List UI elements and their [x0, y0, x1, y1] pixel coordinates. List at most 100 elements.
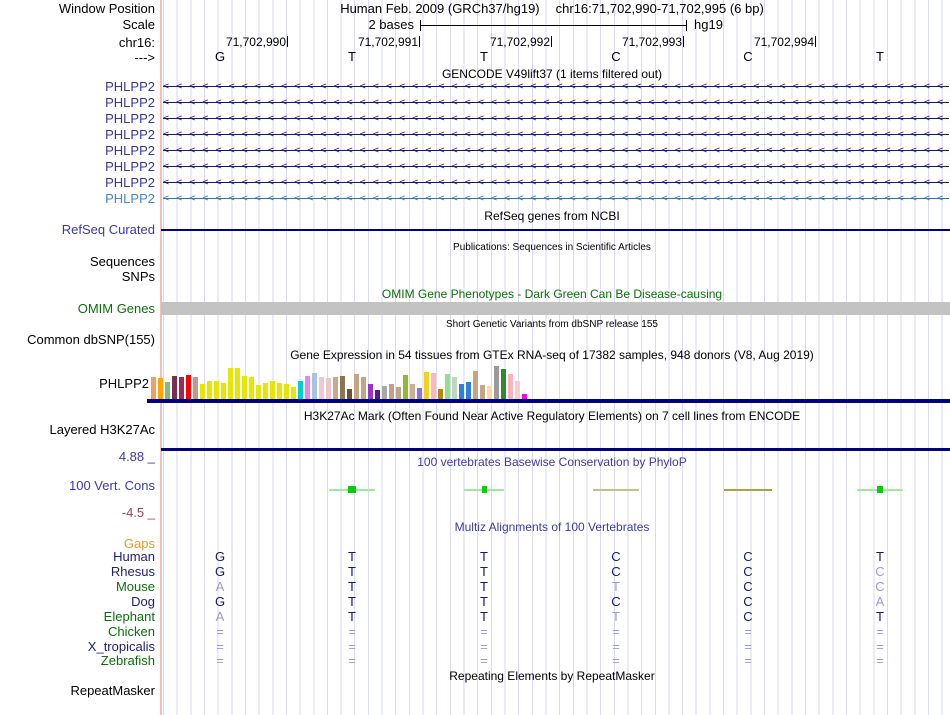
gene-label[interactable]: PHLPP2: [105, 96, 155, 109]
gtex-tissue-bar[interactable]: [396, 387, 401, 399]
alignment-base: T: [348, 579, 356, 594]
gtex-tissue-bar[interactable]: [249, 377, 254, 399]
gtex-tissue-bar[interactable]: [480, 385, 485, 399]
gtex-tissue-bar[interactable]: [207, 381, 212, 399]
gtex-tissue-bar[interactable]: [382, 386, 387, 399]
gtex-tissue-bar[interactable]: [410, 384, 415, 399]
snps-track-label[interactable]: SNPs: [122, 270, 155, 283]
species-label[interactable]: Mouse: [116, 580, 155, 593]
repeatmasker-label[interactable]: RepeatMasker: [70, 684, 155, 697]
gtex-tissue-bar[interactable]: [466, 382, 471, 399]
species-label[interactable]: Human: [113, 550, 155, 563]
gene-exon-arrow-row[interactable]: <<<<<<<<<<<<<<<<<<<<<<<<<<<<<<<<<<<<<<<<…: [163, 81, 949, 93]
gtex-tissue-bar[interactable]: [515, 381, 520, 399]
gene-label[interactable]: PHLPP2: [105, 160, 155, 173]
gtex-tissue-bar[interactable]: [368, 384, 373, 399]
sequences-track-label[interactable]: Sequences: [90, 255, 155, 268]
gtex-tissue-bar[interactable]: [347, 389, 352, 399]
layered-h3k27ac-label[interactable]: Layered H3K27Ac: [49, 423, 155, 436]
species-label[interactable]: Rhesus: [111, 565, 155, 578]
refseq-curated-label[interactable]: RefSeq Curated: [62, 223, 155, 236]
gtex-tissue-bar[interactable]: [473, 371, 478, 399]
gtex-tissue-bar[interactable]: [403, 375, 408, 399]
omim-genes-label[interactable]: OMIM Genes: [78, 302, 155, 315]
species-label[interactable]: X_tropicalis: [88, 640, 155, 653]
scale-value: 2 bases: [368, 17, 414, 32]
gtex-tissue-bar[interactable]: [354, 374, 359, 399]
gtex-tissue-bar[interactable]: [298, 381, 303, 399]
phylop-score-square: [348, 486, 356, 493]
gtex-tissue-bar[interactable]: [340, 376, 345, 399]
gtex-tissue-bar[interactable]: [277, 383, 282, 399]
gtex-tissue-bar[interactable]: [424, 372, 429, 399]
gtex-tissue-bar[interactable]: [326, 378, 331, 399]
gene-exon-arrow-row[interactable]: <<<<<<<<<<<<<<<<<<<<<<<<<<<<<<<<<<<<<<<<…: [163, 193, 949, 205]
gene-exon-arrow-row[interactable]: <<<<<<<<<<<<<<<<<<<<<<<<<<<<<<<<<<<<<<<<…: [163, 129, 949, 141]
conservation-track-label[interactable]: 100 Vert. Cons: [69, 479, 155, 492]
gtex-tissue-bar[interactable]: [235, 368, 240, 399]
gtex-tissue-bar[interactable]: [284, 384, 289, 399]
gtex-tissue-bar[interactable]: [319, 377, 324, 399]
gtex-tissue-bar[interactable]: [151, 377, 156, 399]
common-dbsnp-label[interactable]: Common dbSNP(155): [27, 333, 155, 346]
gene-label[interactable]: PHLPP2: [105, 112, 155, 125]
gene-label[interactable]: PHLPP2: [105, 176, 155, 189]
gtex-tissue-bar[interactable]: [305, 376, 310, 399]
gtex-tissue-bar[interactable]: [221, 383, 226, 399]
gene-exon-arrow-row[interactable]: <<<<<<<<<<<<<<<<<<<<<<<<<<<<<<<<<<<<<<<<…: [163, 145, 949, 157]
gtex-tissue-bar[interactable]: [459, 384, 464, 399]
window-start-guideline: [160, 0, 162, 715]
strand-arrowheads: <<<<<<<<<<<<<<<<<<<<<<<<<<<<<<<<<<<<<<<<…: [163, 129, 949, 140]
species-label[interactable]: Chicken: [108, 625, 155, 638]
alignment-base: C: [743, 549, 753, 564]
species-label[interactable]: Zebrafish: [101, 654, 155, 667]
gtex-tissue-bar[interactable]: [291, 387, 296, 399]
gtex-tissue-bar[interactable]: [228, 368, 233, 399]
gtex-tissue-bar[interactable]: [270, 381, 275, 399]
gtex-tissue-bar[interactable]: [165, 382, 170, 399]
gtex-tissue-bar[interactable]: [494, 366, 499, 399]
gene-exon-arrow-row[interactable]: <<<<<<<<<<<<<<<<<<<<<<<<<<<<<<<<<<<<<<<<…: [163, 161, 949, 173]
omim-track-title: OMIM Gene Phenotypes - Dark Green Can Be…: [381, 287, 723, 301]
strand-arrowheads: <<<<<<<<<<<<<<<<<<<<<<<<<<<<<<<<<<<<<<<<…: [163, 97, 949, 108]
gtex-tissue-bar[interactable]: [242, 376, 247, 399]
gene-exon-arrow-row[interactable]: <<<<<<<<<<<<<<<<<<<<<<<<<<<<<<<<<<<<<<<<…: [163, 177, 949, 189]
gtex-tissue-bar[interactable]: [186, 375, 191, 399]
gene-label[interactable]: PHLPP2: [105, 128, 155, 141]
gtex-tissue-bar[interactable]: [361, 377, 366, 399]
gtex-tissue-bar[interactable]: [445, 374, 450, 399]
gtex-tissue-bar[interactable]: [158, 378, 163, 399]
gtex-tissue-bar[interactable]: [452, 377, 457, 399]
gtex-tissue-bar[interactable]: [200, 384, 205, 399]
gene-exon-arrow-row[interactable]: <<<<<<<<<<<<<<<<<<<<<<<<<<<<<<<<<<<<<<<<…: [163, 113, 949, 125]
omim-gene-bar[interactable]: [161, 302, 950, 315]
alignment-base: T: [480, 564, 488, 579]
gtex-tissue-bar[interactable]: [193, 377, 198, 399]
gtex-tissue-bar[interactable]: [172, 376, 177, 399]
gtex-tissue-bar[interactable]: [256, 385, 261, 399]
gtex-tissue-bar[interactable]: [501, 369, 506, 399]
gene-exon-arrow-row[interactable]: <<<<<<<<<<<<<<<<<<<<<<<<<<<<<<<<<<<<<<<<…: [163, 97, 949, 109]
gtex-tissue-bar[interactable]: [333, 377, 338, 399]
ruler-tick: [815, 36, 816, 47]
refseq-gene-line[interactable]: [161, 229, 950, 231]
species-label[interactable]: Elephant: [104, 610, 155, 623]
gtex-tissue-bar[interactable]: [263, 383, 268, 399]
gtex-tissue-bar[interactable]: [214, 381, 219, 399]
gtex-tissue-bar[interactable]: [431, 373, 436, 399]
gene-label[interactable]: PHLPP2: [105, 192, 155, 205]
gtex-tissue-bar[interactable]: [375, 390, 380, 399]
gtex-tissue-bar[interactable]: [312, 373, 317, 399]
gtex-tissue-bar[interactable]: [438, 389, 443, 399]
gene-label[interactable]: PHLPP2: [105, 80, 155, 93]
gene-label[interactable]: PHLPP2: [105, 144, 155, 157]
gtex-tissue-bar[interactable]: [487, 386, 492, 399]
alignment-base: T: [612, 579, 620, 594]
species-label[interactable]: Dog: [131, 595, 155, 608]
alignment-base: =: [216, 653, 224, 668]
gtex-tissue-bar[interactable]: [508, 374, 513, 399]
gtex-tissue-bar[interactable]: [389, 384, 394, 399]
gtex-tissue-bar[interactable]: [179, 377, 184, 399]
gtex-tissue-bar[interactable]: [417, 388, 422, 399]
gtex-gene-label[interactable]: PHLPP2: [99, 377, 149, 390]
